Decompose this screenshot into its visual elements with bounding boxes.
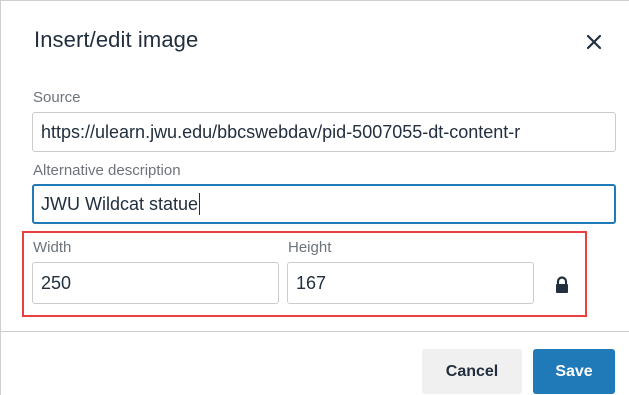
alt-description-input[interactable]: JWU Wildcat statue xyxy=(32,184,616,224)
close-button[interactable] xyxy=(581,29,607,55)
cancel-button[interactable]: Cancel xyxy=(422,349,522,394)
source-label: Source xyxy=(33,89,81,106)
width-label: Width xyxy=(33,239,72,256)
alt-description-value: JWU Wildcat statue xyxy=(41,194,199,214)
insert-image-dialog: Insert/edit image Source https://ulearn.… xyxy=(0,0,629,395)
height-input[interactable]: 167 xyxy=(287,262,534,304)
height-input-value: 167 xyxy=(296,273,327,293)
constrain-proportions-button[interactable] xyxy=(551,274,573,296)
text-caret xyxy=(199,193,201,216)
footer-divider xyxy=(1,331,629,332)
close-icon xyxy=(586,34,602,50)
height-label: Height xyxy=(288,239,332,256)
width-input[interactable]: 250 xyxy=(32,262,279,304)
save-button[interactable]: Save xyxy=(533,349,615,394)
source-input[interactable]: https://ulearn.jwu.edu/bbcswebdav/pid-50… xyxy=(32,112,616,152)
source-input-value: https://ulearn.jwu.edu/bbcswebdav/pid-50… xyxy=(41,122,521,142)
width-input-value: 250 xyxy=(41,273,72,293)
alt-description-label: Alternative description xyxy=(33,162,181,179)
lock-icon xyxy=(556,276,568,293)
dialog-title: Insert/edit image xyxy=(34,27,199,52)
